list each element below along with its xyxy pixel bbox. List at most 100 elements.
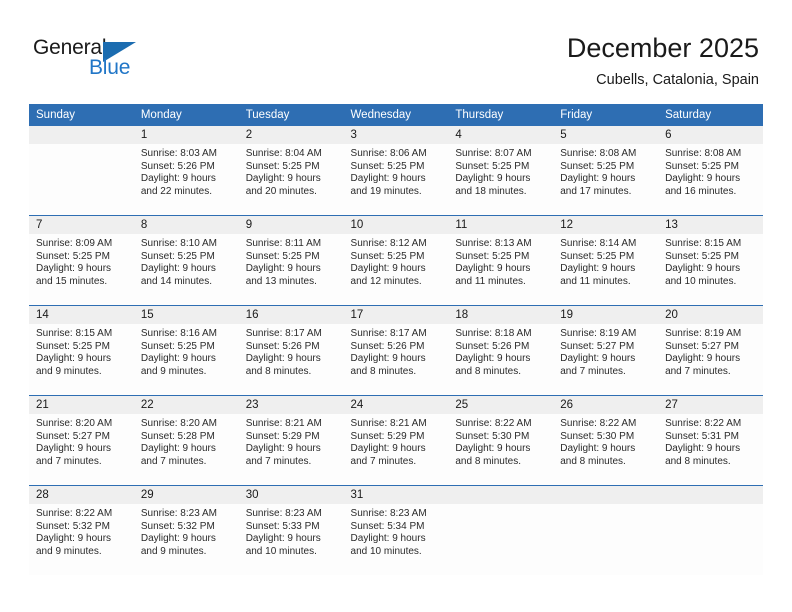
daylight-text-line1: Daylight: 9 hours [350,173,426,185]
sunset-text: Sunset: 5:25 PM [560,250,635,262]
sunrise-text: Sunrise: 8:21 AM [245,418,322,429]
day-details [658,504,763,508]
calendar-day-cell[interactable]: 14 Sunrise: 8:15 AM Sunset: 5:25 PM Dayligh… [29,305,134,396]
day-details: Sunrise: 8:15 AM Sunset: 5:25 PM Daylight:… [29,324,134,378]
day-cell-content [553,486,659,575]
sunrise-text: Sunrise: 8:07 AM [455,148,532,159]
calendar-day-cell[interactable]: 11 Sunrise: 8:13 AM Sunset: 5:25 PM Dayligh… [448,215,554,306]
daylight-text-line1: Daylight: 9 hours [455,443,531,455]
calendar-day-cell[interactable]: 16 Sunrise: 8:17 AM Sunset: 5:26 PM Dayligh… [238,305,344,396]
day-number: 18 [448,306,554,324]
calendar-day-cell[interactable]: 10 Sunrise: 8:12 AM Sunset: 5:25 PM Dayligh… [343,215,449,306]
calendar-day-cell[interactable]: 20 Sunrise: 8:19 AM Sunset: 5:27 PM Dayligh… [658,305,763,396]
weekday-header-friday: Friday [553,104,659,126]
calendar-day-cell[interactable]: 26 Sunrise: 8:22 AM Sunset: 5:30 PM Dayligh… [553,395,659,486]
sunset-text: Sunset: 5:25 PM [455,250,530,262]
day-number: 16 [238,306,344,324]
day-number: 13 [658,216,763,234]
day-cell-content: 28 Sunrise: 8:22 AM Sunset: 5:32 PM Dayligh… [29,486,134,575]
calendar-day-cell[interactable]: 2 Sunrise: 8:04 AM Sunset: 5:25 PM Daylight… [238,126,344,216]
calendar-day-cell[interactable]: 18 Sunrise: 8:18 AM Sunset: 5:26 PM Dayligh… [448,305,554,396]
calendar-day-cell[interactable]: 29 Sunrise: 8:23 AM Sunset: 5:32 PM Dayligh… [133,485,239,575]
calendar-day-cell[interactable]: 15 Sunrise: 8:16 AM Sunset: 5:25 PM Dayligh… [133,305,239,396]
calendar-day-cell[interactable]: 8 Sunrise: 8:10 AM Sunset: 5:25 PM Daylight… [133,215,239,306]
calendar-day-cell[interactable]: 19 Sunrise: 8:19 AM Sunset: 5:27 PM Dayligh… [553,305,659,396]
calendar-day-cell[interactable]: 27 Sunrise: 8:22 AM Sunset: 5:31 PM Dayligh… [658,395,763,486]
day-details: Sunrise: 8:22 AM Sunset: 5:30 PM Daylight:… [448,414,553,468]
day-cell-content: 15 Sunrise: 8:16 AM Sunset: 5:25 PM Dayligh… [133,306,239,395]
day-details: Sunrise: 8:22 AM Sunset: 5:31 PM Daylight:… [658,414,763,468]
daylight-text-line2: and 12 minutes. [350,275,422,287]
day-number: 5 [553,126,659,144]
daylight-text-line2: and 13 minutes. [245,275,317,287]
calendar-day-cell[interactable]: 21 Sunrise: 8:20 AM Sunset: 5:27 PM Dayligh… [29,395,134,486]
daylight-text-line2: and 10 minutes. [245,545,317,557]
daylight-text-line1: Daylight: 9 hours [560,263,636,275]
daylight-text-line2: and 8 minutes. [560,455,626,467]
calendar-day-cell[interactable]: 7 Sunrise: 8:09 AM Sunset: 5:25 PM Daylight… [29,215,134,306]
sunrise-text: Sunrise: 8:20 AM [140,418,217,429]
day-details: Sunrise: 8:21 AM Sunset: 5:29 PM Daylight:… [344,414,449,468]
calendar-day-cell[interactable]: 12 Sunrise: 8:14 AM Sunset: 5:25 PM Dayligh… [553,215,659,306]
day-cell-content [29,126,134,215]
daylight-text-line1: Daylight: 9 hours [455,263,531,275]
calendar-day-cell[interactable]: 23 Sunrise: 8:21 AM Sunset: 5:29 PM Dayligh… [238,395,344,486]
sunrise-text: Sunrise: 8:15 AM [665,238,742,249]
daylight-text-line2: and 15 minutes. [36,275,108,287]
day-cell-content: 31 Sunrise: 8:23 AM Sunset: 5:34 PM Dayligh… [343,486,449,575]
calendar-day-cell[interactable]: 17 Sunrise: 8:17 AM Sunset: 5:26 PM Dayligh… [343,305,449,396]
general-blue-logo[interactable]: General Blue [33,36,163,84]
sunrise-text: Sunrise: 8:22 AM [560,418,637,429]
sunrise-text: Sunrise: 8:21 AM [350,418,427,429]
calendar-week-row: 1 Sunrise: 8:03 AM Sunset: 5:26 PM Daylight… [29,126,763,216]
daylight-text-line1: Daylight: 9 hours [665,353,741,365]
sunset-text: Sunset: 5:26 PM [140,160,215,172]
day-details: Sunrise: 8:08 AM Sunset: 5:25 PM Daylight:… [553,144,658,198]
day-cell-content: 24 Sunrise: 8:21 AM Sunset: 5:29 PM Dayligh… [343,396,449,485]
sunrise-text: Sunrise: 8:10 AM [140,238,217,249]
sunrise-text: Sunrise: 8:08 AM [665,148,742,159]
day-details: Sunrise: 8:04 AM Sunset: 5:25 PM Daylight:… [239,144,344,198]
day-cell-content: 13 Sunrise: 8:15 AM Sunset: 5:25 PM Dayligh… [658,216,763,305]
sunset-text: Sunset: 5:32 PM [36,520,110,532]
calendar-day-cell[interactable]: 13 Sunrise: 8:15 AM Sunset: 5:25 PM Dayligh… [658,215,763,306]
daylight-text-line2: and 7 minutes. [140,455,207,467]
sunset-text: Sunset: 5:30 PM [455,430,530,442]
day-cell-content: 14 Sunrise: 8:15 AM Sunset: 5:25 PM Dayligh… [29,306,134,395]
calendar-day-cell[interactable]: 24 Sunrise: 8:21 AM Sunset: 5:29 PM Dayligh… [343,395,449,486]
sunrise-text: Sunrise: 8:06 AM [350,148,427,159]
calendar-day-cell[interactable]: 31 Sunrise: 8:23 AM Sunset: 5:34 PM Dayligh… [343,485,449,575]
calendar-day-cell[interactable]: 5 Sunrise: 8:08 AM Sunset: 5:25 PM Daylight… [553,126,659,216]
day-number: 9 [238,216,344,234]
sunset-text: Sunset: 5:29 PM [245,430,320,442]
day-number: 8 [133,216,239,234]
daylight-text-line2: and 9 minutes. [36,365,102,377]
day-number: 27 [658,396,763,414]
daylight-text-line2: and 8 minutes. [245,365,312,377]
calendar-day-cell[interactable]: 25 Sunrise: 8:22 AM Sunset: 5:30 PM Dayligh… [448,395,554,486]
day-details: Sunrise: 8:23 AM Sunset: 5:32 PM Daylight:… [134,504,239,558]
calendar-day-cell[interactable]: 22 Sunrise: 8:20 AM Sunset: 5:28 PM Dayligh… [133,395,239,486]
daylight-text-line2: and 10 minutes. [665,275,737,287]
day-cell-content [658,486,763,575]
day-details: Sunrise: 8:07 AM Sunset: 5:25 PM Daylight:… [448,144,553,198]
day-number: 6 [658,126,763,144]
calendar-day-cell[interactable]: 3 Sunrise: 8:06 AM Sunset: 5:25 PM Daylight… [343,126,449,216]
sunrise-text: Sunrise: 8:22 AM [455,418,532,429]
day-number: 23 [238,396,344,414]
calendar-day-cell[interactable]: 6 Sunrise: 8:08 AM Sunset: 5:25 PM Daylight… [658,126,763,216]
sunrise-text: Sunrise: 8:20 AM [36,418,113,429]
calendar-day-cell[interactable]: 30 Sunrise: 8:23 AM Sunset: 5:33 PM Dayligh… [238,485,344,575]
calendar-day-cell[interactable]: 1 Sunrise: 8:03 AM Sunset: 5:26 PM Daylight… [133,126,239,216]
day-number: 14 [29,306,134,324]
day-number: 21 [29,396,134,414]
calendar-day-cell[interactable]: 28 Sunrise: 8:22 AM Sunset: 5:32 PM Dayligh… [29,485,134,575]
calendar-page: General Blue December 2025 Cubells, Cata… [0,0,792,612]
day-details: Sunrise: 8:09 AM Sunset: 5:25 PM Daylight:… [29,234,134,288]
calendar-day-cell[interactable]: 9 Sunrise: 8:11 AM Sunset: 5:25 PM Daylight… [238,215,344,306]
calendar-day-cell-empty [553,485,659,575]
daylight-text-line1: Daylight: 9 hours [665,443,741,455]
calendar-day-cell[interactable]: 4 Sunrise: 8:07 AM Sunset: 5:25 PM Daylight… [448,126,554,216]
sunrise-text: Sunrise: 8:22 AM [36,508,113,519]
day-details: Sunrise: 8:14 AM Sunset: 5:25 PM Daylight:… [553,234,658,288]
